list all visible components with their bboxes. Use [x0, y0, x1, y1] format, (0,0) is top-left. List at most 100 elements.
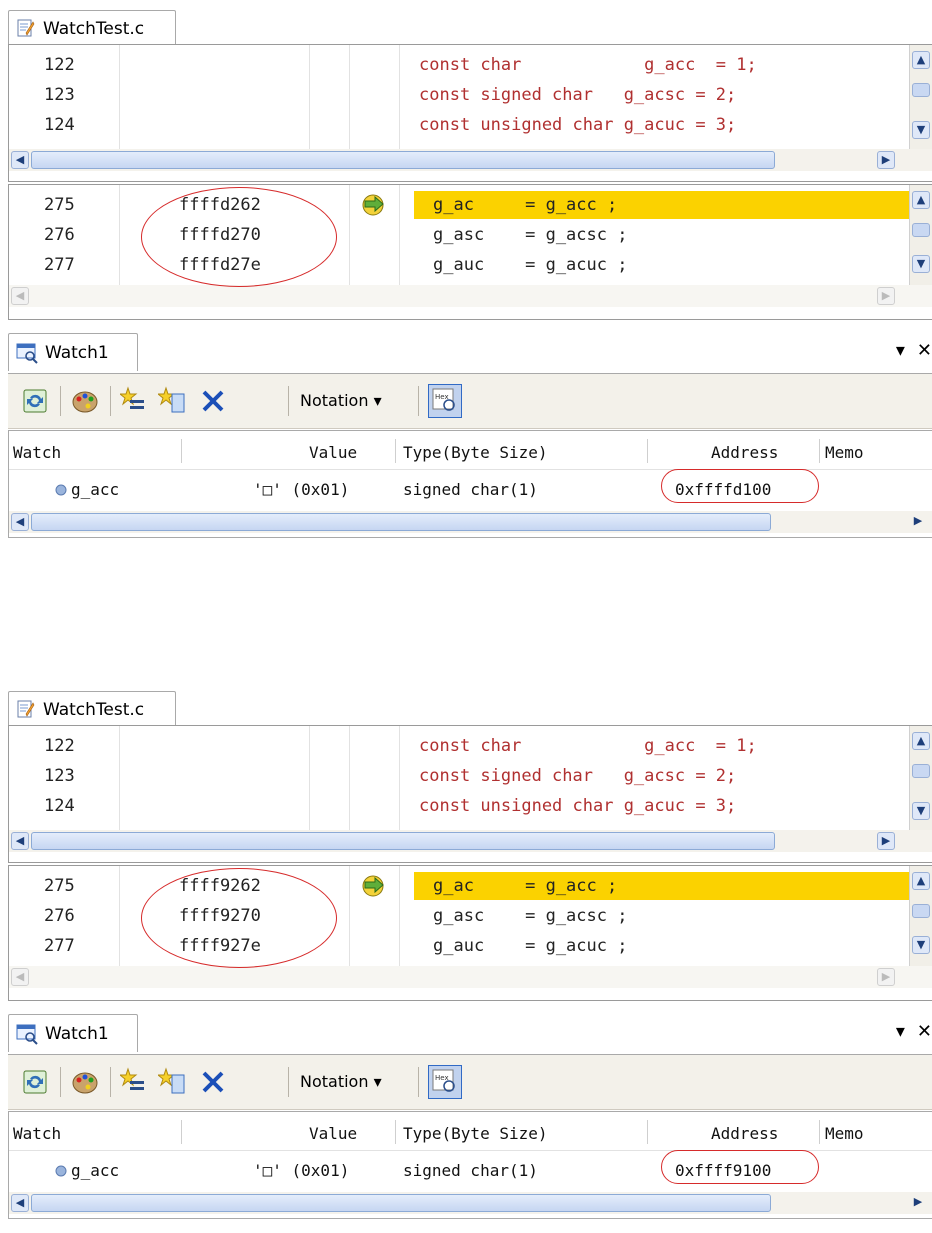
- color-palette-icon[interactable]: [70, 386, 100, 416]
- watch-panel-tab[interactable]: Watch1: [8, 333, 138, 371]
- scroll-thumb[interactable]: [912, 83, 930, 97]
- scroll-right-button[interactable]: ▶: [877, 151, 895, 169]
- vertical-scrollbar[interactable]: ▲ ▼: [909, 726, 932, 830]
- panel-controls: ▾ ✕: [896, 1021, 932, 1042]
- variable-icon: [55, 1165, 67, 1177]
- watch-panel-tab[interactable]: Watch1: [8, 1014, 138, 1052]
- horizontal-scrollbar[interactable]: ◀ ▶: [9, 966, 932, 988]
- scroll-right-button[interactable]: ▶: [877, 287, 895, 305]
- vertical-scrollbar[interactable]: ▲ ▼: [909, 866, 932, 966]
- scroll-up-button[interactable]: ▲: [912, 872, 930, 890]
- source-file-icon: [17, 19, 35, 37]
- line-number: 122: [44, 736, 75, 756]
- scroll-down-button[interactable]: ▼: [912, 802, 930, 820]
- scroll-right-button[interactable]: ▶: [877, 968, 895, 986]
- close-icon[interactable]: ✕: [917, 1021, 932, 1042]
- line-number: 277: [44, 936, 75, 956]
- scroll-left-button[interactable]: ◀: [11, 513, 29, 531]
- code-text: g_auc = g_acuc ;: [433, 936, 628, 956]
- horizontal-scrollbar[interactable]: ◀ ▶: [9, 830, 932, 852]
- scroll-left-button[interactable]: ◀: [11, 151, 29, 169]
- variable-icon: [55, 484, 67, 496]
- vertical-scrollbar[interactable]: ▲ ▼: [909, 185, 932, 285]
- line-number: 124: [44, 796, 75, 816]
- horizontal-scrollbar[interactable]: ◀ ▶: [9, 285, 932, 307]
- scroll-left-button[interactable]: ◀: [11, 832, 29, 850]
- watch-header: Watch Value Type(Byte Size) Address Memo: [9, 1112, 932, 1151]
- column-header-address[interactable]: Address: [711, 443, 778, 462]
- watch-grid[interactable]: Watch Value Type(Byte Size) Address Memo…: [8, 1111, 932, 1219]
- scroll-thumb[interactable]: [912, 223, 930, 237]
- column-header-memo[interactable]: Memo: [825, 443, 864, 462]
- watch-row[interactable]: g_acc '□' (0x01) signed char(1) 0xffffd1…: [9, 469, 932, 505]
- scroll-thumb[interactable]: [31, 1194, 771, 1212]
- hex-toggle-icon: Hex: [432, 1069, 455, 1092]
- debugger-screenshot: WatchTest.c 122 const char g_acc = 1; 12…: [0, 681, 932, 1233]
- hex-toggle-button[interactable]: Hex: [428, 384, 462, 418]
- panel-menu-button[interactable]: ▾: [896, 1021, 905, 1042]
- disassembly-view[interactable]: 275 ffff9262 g_ac = g_acc ; 276 ffff9270…: [8, 865, 932, 1001]
- source-editor[interactable]: 122 const char g_acc = 1; 123 const sign…: [8, 44, 932, 182]
- annotation-circle: [141, 868, 337, 968]
- column-header-value[interactable]: Value: [309, 1124, 357, 1143]
- scroll-right-button[interactable]: ▶: [909, 1194, 927, 1212]
- column-header-value[interactable]: Value: [309, 443, 357, 462]
- scroll-down-button[interactable]: ▼: [912, 121, 930, 139]
- scroll-up-button[interactable]: ▲: [912, 51, 930, 69]
- color-palette-icon[interactable]: [70, 1067, 100, 1097]
- scroll-thumb[interactable]: [31, 513, 771, 531]
- horizontal-scrollbar[interactable]: ◀ ▶: [9, 511, 932, 533]
- watch-row[interactable]: g_acc '□' (0x01) signed char(1) 0xffff91…: [9, 1150, 932, 1186]
- add-watch-icon[interactable]: [120, 1067, 150, 1097]
- refresh-icon[interactable]: [20, 1067, 50, 1097]
- column-header-type[interactable]: Type(Byte Size): [403, 443, 548, 462]
- scroll-up-button[interactable]: ▲: [912, 732, 930, 750]
- line-number: 123: [44, 85, 75, 105]
- scroll-right-button[interactable]: ▶: [909, 513, 927, 531]
- scroll-thumb[interactable]: [31, 832, 775, 850]
- add-range-icon[interactable]: [158, 386, 188, 416]
- delete-icon[interactable]: [198, 1067, 228, 1097]
- panel-menu-button[interactable]: ▾: [896, 340, 905, 361]
- close-icon[interactable]: ✕: [917, 340, 932, 361]
- source-text: const char g_acc = 1;: [419, 55, 757, 75]
- column-header-address[interactable]: Address: [711, 1124, 778, 1143]
- scroll-down-button[interactable]: ▼: [912, 936, 930, 954]
- notation-dropdown[interactable]: Notation ▾: [300, 391, 382, 410]
- code-text: g_auc = g_acuc ;: [433, 255, 628, 275]
- scroll-right-button[interactable]: ▶: [877, 832, 895, 850]
- line-number: 276: [44, 906, 75, 926]
- scroll-up-button[interactable]: ▲: [912, 191, 930, 209]
- watch-grid[interactable]: Watch Value Type(Byte Size) Address Memo…: [8, 430, 932, 538]
- scroll-down-button[interactable]: ▼: [912, 255, 930, 273]
- scroll-thumb[interactable]: [31, 151, 775, 169]
- source-editor[interactable]: 122 const char g_acc = 1; 123 const sign…: [8, 725, 932, 863]
- scroll-left-button[interactable]: ◀: [11, 968, 29, 986]
- current-pc-arrow-icon: [362, 194, 384, 216]
- column-header-type[interactable]: Type(Byte Size): [403, 1124, 548, 1143]
- file-tab[interactable]: WatchTest.c: [8, 10, 176, 46]
- scroll-left-button[interactable]: ◀: [11, 287, 29, 305]
- scroll-left-button[interactable]: ◀: [11, 1194, 29, 1212]
- notation-label: Notation: [300, 1072, 369, 1091]
- column-header-watch[interactable]: Watch: [13, 443, 61, 462]
- source-line: 122 const char g_acc = 1;: [9, 49, 932, 81]
- add-range-icon[interactable]: [158, 1067, 188, 1097]
- source-text: const char g_acc = 1;: [419, 736, 757, 756]
- horizontal-scrollbar[interactable]: ◀ ▶: [9, 149, 932, 171]
- notation-dropdown[interactable]: Notation ▾: [300, 1072, 382, 1091]
- delete-icon[interactable]: [198, 386, 228, 416]
- file-tab[interactable]: WatchTest.c: [8, 691, 176, 727]
- refresh-icon[interactable]: [20, 386, 50, 416]
- source-line: 123 const signed char g_acsc = 2;: [9, 79, 932, 111]
- add-watch-icon[interactable]: [120, 386, 150, 416]
- column-header-memo[interactable]: Memo: [825, 1124, 864, 1143]
- scroll-thumb[interactable]: [912, 764, 930, 778]
- scroll-thumb[interactable]: [912, 904, 930, 918]
- vertical-scrollbar[interactable]: ▲ ▼: [909, 45, 932, 149]
- column-header-watch[interactable]: Watch: [13, 1124, 61, 1143]
- line-number: 275: [44, 195, 75, 215]
- hex-toggle-button[interactable]: Hex: [428, 1065, 462, 1099]
- disassembly-view[interactable]: 275 ffffd262 g_ac = g_acc ; 276 ffffd270…: [8, 184, 932, 320]
- line-number: 276: [44, 225, 75, 245]
